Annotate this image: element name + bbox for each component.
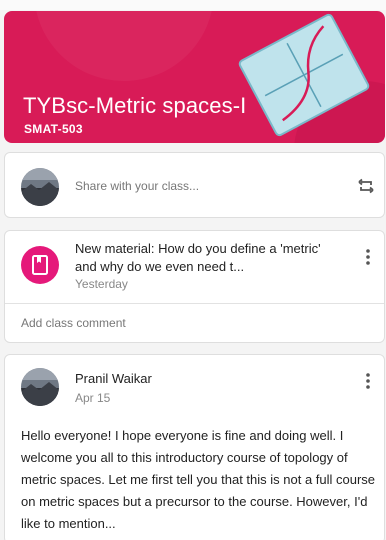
material-card[interactable]: New material: How do you define a 'metri… <box>4 230 385 343</box>
share-input[interactable]: Share with your class... <box>75 179 199 193</box>
more-options-icon[interactable] <box>365 248 371 266</box>
class-title: TYBsc-Metric spaces-I <box>23 93 247 118</box>
user-avatar <box>21 168 59 206</box>
post-card[interactable]: Pranil Waikar Apr 15 Hello everyone! I h… <box>4 354 385 540</box>
post-author: Pranil Waikar <box>75 371 152 386</box>
class-banner[interactable]: TYBsc-Metric spaces-I SMAT-503 <box>4 11 385 143</box>
post-body: Hello everyone! I hope everyone is fine … <box>21 428 376 531</box>
share-card[interactable]: Share with your class... <box>4 152 385 218</box>
divider <box>5 303 384 304</box>
class-code: SMAT-503 <box>24 122 83 136</box>
repost-icon[interactable] <box>356 176 376 196</box>
top-strip <box>0 0 386 10</box>
assignment-icon <box>21 246 59 284</box>
material-title[interactable]: New material: How do you define a 'metri… <box>75 240 345 276</box>
add-class-comment-button[interactable]: Add class comment <box>21 316 126 330</box>
material-date: Yesterday <box>75 277 128 291</box>
post-date: Apr 15 <box>75 391 111 405</box>
more-options-icon[interactable] <box>365 372 371 390</box>
author-avatar <box>21 368 59 406</box>
